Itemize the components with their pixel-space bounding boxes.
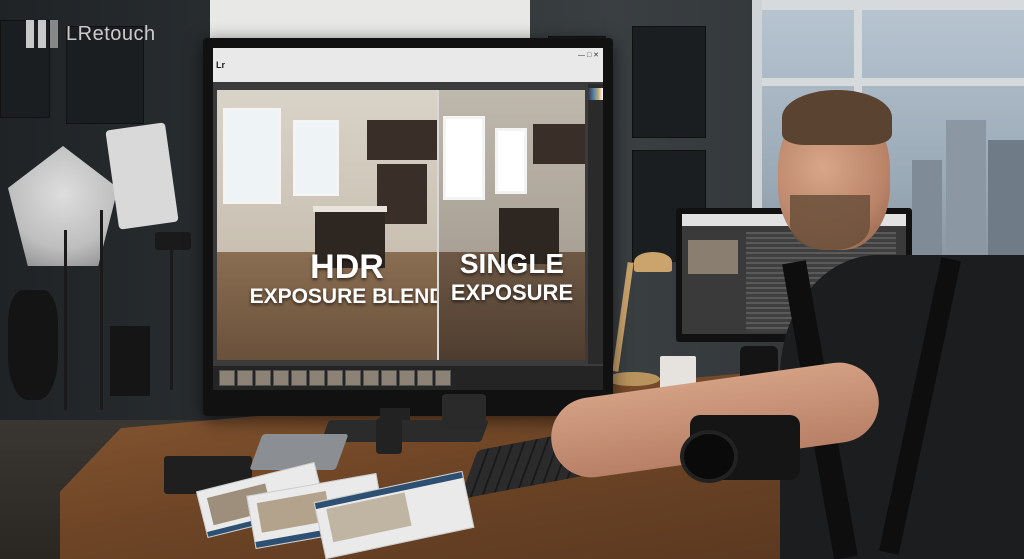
brand-name: LRetouch xyxy=(66,22,156,45)
film-thumbnail[interactable] xyxy=(399,370,415,386)
develop-panel xyxy=(588,84,603,364)
film-thumbnail[interactable] xyxy=(327,370,343,386)
light-stand xyxy=(64,230,67,410)
lightroom-badge: Lr xyxy=(216,60,225,70)
filmstrip xyxy=(213,366,603,390)
desk-speaker xyxy=(376,418,402,454)
film-thumbnail[interactable] xyxy=(255,370,271,386)
softbox-light xyxy=(105,122,179,230)
film-thumbnail[interactable] xyxy=(309,370,325,386)
lretouch-logo-icon xyxy=(26,20,60,48)
film-thumbnail[interactable] xyxy=(345,370,361,386)
film-thumbnail[interactable] xyxy=(291,370,307,386)
beard xyxy=(790,195,870,250)
film-thumbnail[interactable] xyxy=(417,370,433,386)
acoustic-panel xyxy=(632,26,706,138)
hdr-subtitle: EXPOSURE BLEND xyxy=(249,285,437,308)
camera-lens-front xyxy=(680,430,738,483)
film-thumbnail[interactable] xyxy=(273,370,289,386)
light-stand xyxy=(100,210,103,410)
camera-body xyxy=(680,415,800,483)
app-titlebar: Lr — □ ✕ xyxy=(213,48,603,82)
strobe-head xyxy=(155,232,191,250)
film-thumbnail[interactable] xyxy=(219,370,235,386)
desk-lamp-base xyxy=(606,372,660,386)
film-thumbnail[interactable] xyxy=(381,370,397,386)
film-thumbnail[interactable] xyxy=(435,370,451,386)
desk-lamp-head xyxy=(634,252,672,272)
light-stand xyxy=(170,240,173,390)
single-title: SINGLE xyxy=(459,248,565,279)
hdr-title: HDR xyxy=(310,248,384,286)
photo-scene: Lr — □ ✕ HDR EXPOSURE BLEND SINGLE EXPOS… xyxy=(0,0,1024,559)
film-thumbnail[interactable] xyxy=(363,370,379,386)
speaker-cabinet xyxy=(110,326,150,396)
main-monitor: Lr — □ ✕ HDR EXPOSURE BLEND SINGLE EXPOS… xyxy=(203,38,613,416)
card-reader-dock xyxy=(442,394,486,430)
hair xyxy=(782,90,892,145)
compare-left-pane: HDR EXPOSURE BLEND xyxy=(217,90,437,360)
guitar-case xyxy=(8,290,58,400)
compare-view: HDR EXPOSURE BLEND SINGLE EXPOSURE xyxy=(217,90,585,360)
compare-right-pane: SINGLE EXPOSURE xyxy=(439,90,585,360)
film-thumbnail[interactable] xyxy=(237,370,253,386)
photographer xyxy=(546,90,1024,559)
single-subtitle: EXPOSURE xyxy=(450,280,574,305)
window-controls-icon: — □ ✕ xyxy=(578,52,599,59)
lightroom-screen: Lr — □ ✕ HDR EXPOSURE BLEND SINGLE EXPOS… xyxy=(213,48,603,390)
desk-lamp-arm xyxy=(612,262,634,372)
lretouch-watermark: LRetouch xyxy=(26,20,156,48)
histogram xyxy=(588,88,603,100)
